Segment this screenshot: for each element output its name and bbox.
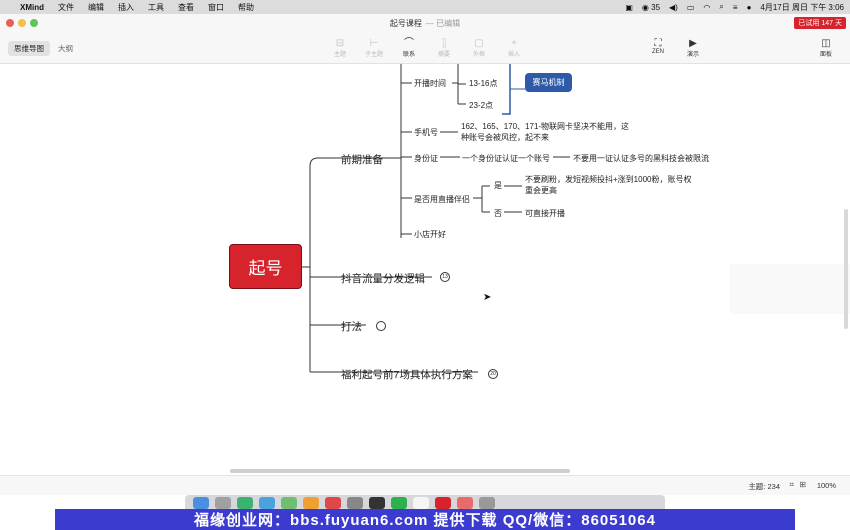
topic-yes-note-line1[interactable]: 不要刷粉，发短视频投抖+涨到1000粉，账号权 bbox=[525, 174, 691, 185]
branch-tactics[interactable]: 打法 bbox=[341, 319, 362, 334]
boundary-button[interactable]: ▢ 外框 bbox=[459, 38, 499, 58]
view-tabs: 思维导图 大纲 bbox=[8, 41, 79, 56]
wechat-icon[interactable]: ◉ 35 bbox=[642, 3, 660, 12]
topic-phone-note-line2[interactable]: 种账号会被风控，起不来 bbox=[461, 132, 549, 143]
wifi-icon[interactable]: ◠ bbox=[703, 3, 710, 12]
battery-icon[interactable]: ▭ bbox=[687, 3, 695, 12]
document-title: 起号课程 — 已编辑 bbox=[0, 18, 850, 29]
subtopic-button[interactable]: ⊢ 子主题 bbox=[354, 38, 394, 58]
menu-tools[interactable]: 工具 bbox=[148, 2, 164, 13]
document-status: — 已编辑 bbox=[425, 19, 461, 28]
trial-badge[interactable]: 已试用 147 天 bbox=[794, 17, 846, 29]
expand-traffic-logic-button[interactable]: 13 bbox=[440, 272, 450, 282]
topic-time-23-2[interactable]: 23-2点 bbox=[469, 100, 493, 111]
topic-time-13-16[interactable]: 13-16点 bbox=[469, 78, 497, 89]
tab-mindmap[interactable]: 思维导图 bbox=[8, 41, 50, 56]
fit-map-icon[interactable]: ⌗ bbox=[789, 480, 794, 490]
expand-welfare-plan-button[interactable]: 20 bbox=[488, 369, 498, 379]
menu-view[interactable]: 查看 bbox=[178, 2, 194, 13]
relation-icon: ⌒ bbox=[404, 38, 414, 49]
branch-preparation[interactable]: 前期准备 bbox=[341, 152, 383, 167]
menu-clock[interactable]: 4月17日 周日 下午 3:06 bbox=[760, 2, 844, 13]
music-icon[interactable] bbox=[457, 497, 473, 509]
topic-horse-mechanism[interactable]: 赛马机制 bbox=[525, 73, 572, 92]
topic-phone[interactable]: 手机号 bbox=[414, 127, 438, 138]
status-menu-area: ▣ ◉ 35 ◀) ▭ ◠ ⌕ ≡ ● 4月17日 周日 下午 3:06 bbox=[625, 2, 844, 13]
status-bar: 主题: 234 ⌗ ⊞ 100% bbox=[0, 475, 850, 495]
appstore-icon[interactable] bbox=[259, 497, 275, 509]
xmind-dock-icon[interactable] bbox=[435, 497, 451, 509]
present-button[interactable]: ▶ 演示 bbox=[673, 38, 713, 58]
control-center-icon[interactable]: ≡ bbox=[733, 3, 738, 12]
topic-partner-yes[interactable]: 是 bbox=[494, 180, 502, 191]
central-topic[interactable]: 起号 bbox=[229, 244, 302, 289]
photos-icon[interactable] bbox=[303, 497, 319, 509]
search-icon[interactable]: ⌕ bbox=[719, 2, 723, 12]
notes-icon[interactable] bbox=[413, 497, 429, 509]
summary-button[interactable]: ⟧ 摘要 bbox=[424, 38, 464, 58]
panel-button[interactable]: ◫ 面板 bbox=[806, 38, 846, 58]
zoom-level[interactable]: 100% bbox=[817, 481, 836, 490]
topic-no-note[interactable]: 可直接开播 bbox=[525, 208, 565, 219]
messages-icon[interactable] bbox=[281, 497, 297, 509]
menu-insert[interactable]: 插入 bbox=[118, 2, 134, 13]
topic-count: 主题: 234 bbox=[748, 482, 780, 491]
expand-tactics-button[interactable] bbox=[376, 321, 386, 331]
play-icon: ▶ bbox=[689, 38, 697, 49]
zen-button[interactable]: ⛶ ZEN bbox=[638, 38, 678, 55]
mouse-cursor-icon: ➤ bbox=[483, 292, 492, 303]
dock bbox=[185, 495, 665, 509]
terminal-icon[interactable] bbox=[369, 497, 385, 509]
connector-lines bbox=[302, 64, 570, 373]
branch-welfare-plan[interactable]: 福利起号前7场具体执行方案 bbox=[341, 367, 473, 382]
topic-id-note-one-account[interactable]: 一个身份证认证一个账号 bbox=[462, 153, 550, 164]
menu-app-name[interactable]: XMind bbox=[20, 3, 44, 12]
vertical-scrollbar[interactable] bbox=[844, 209, 848, 329]
topic-partner-no[interactable]: 否 bbox=[494, 208, 502, 219]
menu-bar: XMind 文件 编辑 插入 工具 查看 窗口 帮助 ▣ ◉ 35 ◀) ▭ ◠… bbox=[0, 0, 850, 14]
boundary-icon: ▢ bbox=[474, 38, 484, 49]
calendar-icon[interactable] bbox=[325, 497, 341, 509]
trash-icon[interactable] bbox=[479, 497, 495, 509]
plus-icon: + bbox=[511, 38, 517, 49]
topic-shop-ready[interactable]: 小店开好 bbox=[414, 229, 446, 240]
menu-file[interactable]: 文件 bbox=[58, 2, 74, 13]
siri-icon[interactable]: ● bbox=[747, 3, 752, 12]
wechat-count: 35 bbox=[651, 2, 661, 12]
tab-outline[interactable]: 大纲 bbox=[52, 41, 79, 56]
topic-yes-note-line2[interactable]: 重会更高 bbox=[525, 185, 557, 196]
watermark-banner: 福缘创业网：bbs.fuyuan6.com 提供下载 QQ/微信：8605106… bbox=[55, 509, 795, 530]
menu-help[interactable]: 帮助 bbox=[238, 2, 254, 13]
wechat-dock-icon[interactable] bbox=[391, 497, 407, 509]
bag-icon[interactable]: ▣ bbox=[625, 3, 633, 12]
zoom-toggle-icon[interactable]: ⊞ bbox=[799, 480, 806, 489]
summary-icon: ⟧ bbox=[441, 38, 447, 49]
subtopic-icon: ⊢ bbox=[369, 38, 379, 49]
topic-phone-note-line1[interactable]: 162、165、170、171-物联网卡坚决不能用，这 bbox=[461, 121, 629, 132]
document-name: 起号课程 bbox=[389, 19, 422, 28]
safari-icon[interactable] bbox=[237, 497, 253, 509]
menu-window[interactable]: 窗口 bbox=[208, 2, 224, 13]
sidebar-icon: ◫ bbox=[821, 38, 831, 49]
menu-edit[interactable]: 编辑 bbox=[88, 2, 104, 13]
topic-broadcast-time[interactable]: 开播时间 bbox=[414, 78, 446, 89]
branch-traffic-logic[interactable]: 抖音流量分发逻辑 bbox=[341, 271, 425, 286]
insert-button[interactable]: + 插入 bbox=[494, 38, 534, 58]
fullscreen-icon: ⛶ bbox=[654, 38, 662, 49]
mindmap-canvas[interactable]: 起号 前期准备 抖音流量分发逻辑 打法 福利起号前7场具体执行方案 13 20 … bbox=[0, 64, 850, 475]
window-toolbar: 起号课程 — 已编辑 已试用 147 天 思维导图 大纲 ⊟ 主题 ⊢ 子主题 ⌒ 联系… bbox=[0, 14, 850, 64]
volume-icon[interactable]: ◀) bbox=[669, 3, 678, 12]
topic-id-note-no-multi[interactable]: 不要用一证认证多号的黑科技会被限流 bbox=[573, 153, 709, 164]
relation-button[interactable]: ⌒ 联系 bbox=[389, 38, 429, 58]
topic-id-card[interactable]: 身份证 bbox=[414, 153, 438, 164]
settings-icon[interactable] bbox=[347, 497, 363, 509]
launchpad-icon[interactable] bbox=[215, 497, 231, 509]
horizontal-scrollbar[interactable] bbox=[230, 469, 570, 473]
topic-live-partner[interactable]: 是否用直播伴侣 bbox=[414, 194, 470, 205]
finder-icon[interactable] bbox=[193, 497, 209, 509]
